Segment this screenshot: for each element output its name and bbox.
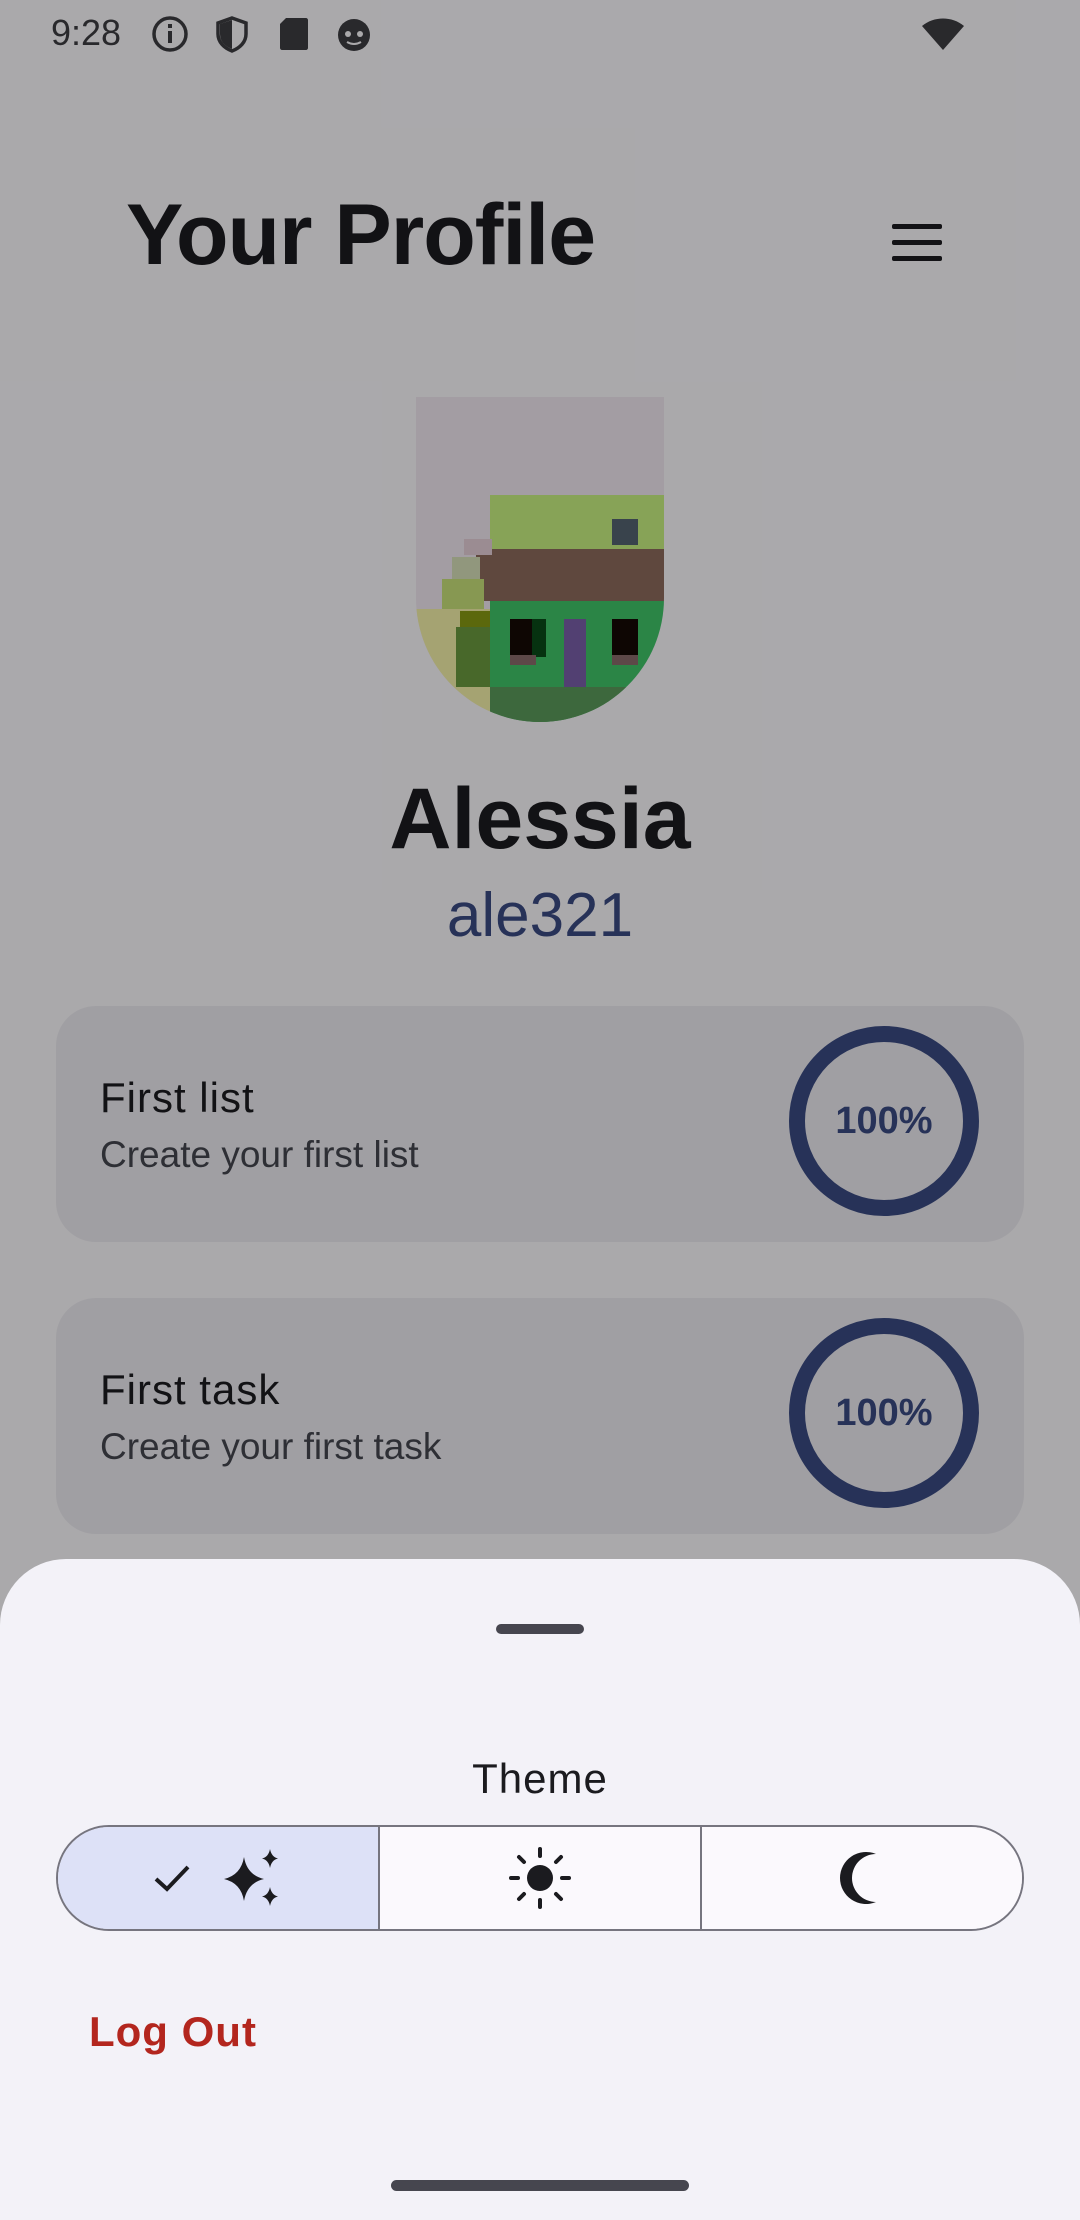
theme-label: Theme (472, 1755, 608, 1802)
drag-handle[interactable] (496, 1624, 584, 1634)
bottom-sheet: Theme Log Out (0, 1559, 1080, 2220)
theme-segmented-control (56, 1825, 1024, 1931)
theme-option-auto[interactable] (58, 1827, 378, 1929)
auto-sparkles-icon (224, 1849, 278, 1906)
theme-option-light[interactable] (378, 1827, 700, 1929)
theme-option-dark[interactable] (700, 1827, 1022, 1929)
moon-icon (840, 1852, 876, 1904)
logout-button[interactable]: Log Out (89, 2008, 257, 2056)
check-icon (154, 1865, 190, 1892)
sun-icon (509, 1847, 571, 1909)
navigation-handle[interactable] (391, 2180, 689, 2191)
